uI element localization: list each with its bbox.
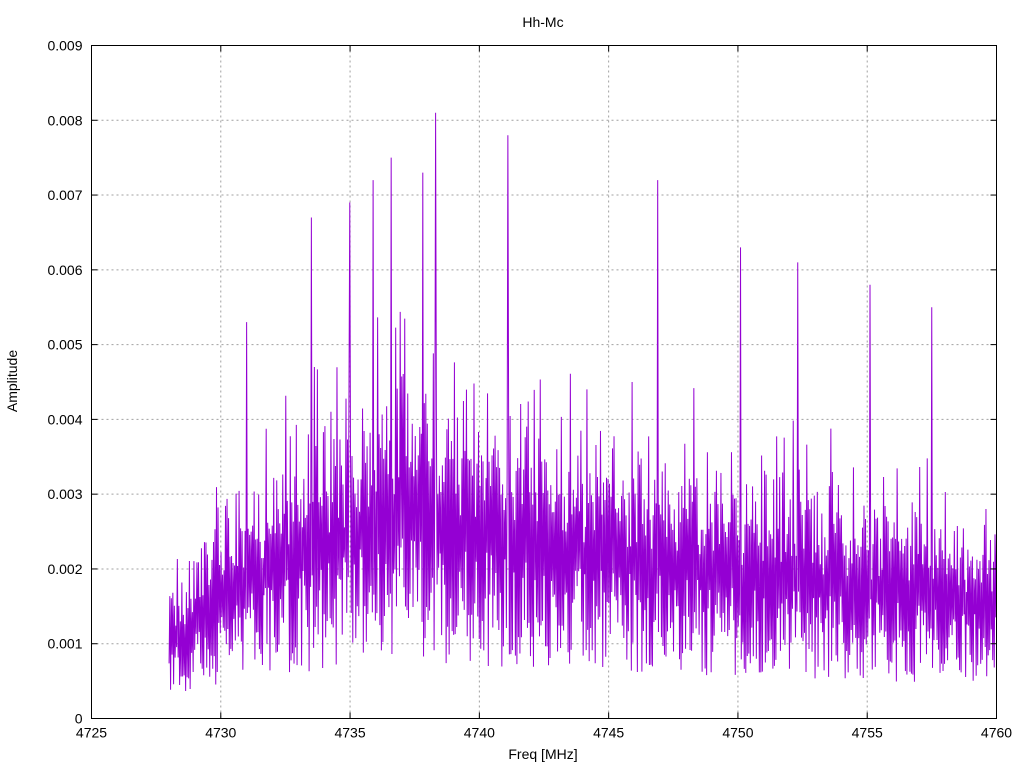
x-tick-label: 4755 — [852, 725, 883, 741]
x-tick-label: 4740 — [464, 725, 495, 741]
y-tick-label: 0.004 — [47, 411, 82, 427]
x-tick-label: 4760 — [981, 725, 1012, 741]
y-tick-label: 0.007 — [47, 187, 82, 203]
x-tick-label: 4730 — [205, 725, 236, 741]
x-tick-label: 4745 — [593, 725, 624, 741]
x-tick-label: 4750 — [722, 725, 753, 741]
chart-title: Hh-Mc — [522, 14, 563, 30]
x-tick-label: 4735 — [334, 725, 365, 741]
x-axis-label: Freq [MHz] — [508, 746, 577, 762]
y-tick-label: 0.009 — [47, 38, 82, 54]
x-tick-label: 4725 — [76, 725, 107, 741]
y-tick-label: 0.003 — [47, 486, 82, 502]
y-tick-label: 0.006 — [47, 262, 82, 278]
y-tick-label: 0 — [75, 711, 83, 727]
chart: 4725 4730 4735 4740 4745 4750 4755 4760 0 0.001 0.… — [0, 0, 1024, 768]
y-tick-label: 0.001 — [47, 636, 82, 652]
y-tick-label: 0.002 — [47, 561, 82, 577]
y-tick-label: 0.005 — [47, 337, 82, 353]
y-axis-label: Amplitude — [4, 350, 20, 412]
y-tick-label: 0.008 — [47, 112, 82, 128]
